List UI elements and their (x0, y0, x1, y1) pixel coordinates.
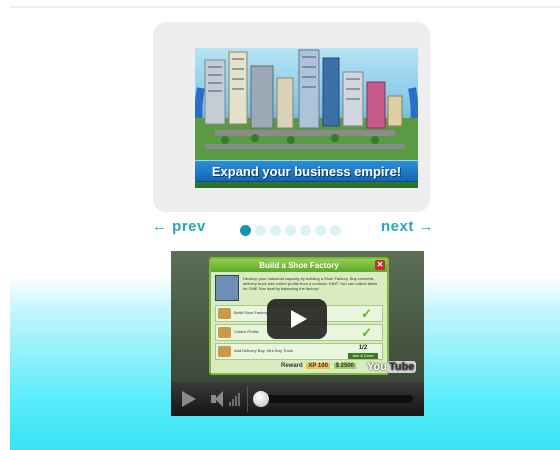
prev-link[interactable]: ← prev (152, 218, 206, 235)
youtube-logo-you: You (367, 361, 387, 373)
pager-dot[interactable] (270, 225, 281, 236)
ask-button: Ask & Done (348, 353, 378, 359)
slideshow-pager: ← prev next → (152, 218, 434, 240)
businessman-avatar (215, 275, 239, 301)
close-icon: ✕ (375, 260, 385, 270)
page: Expand your business empire! ← prev next… (0, 0, 560, 450)
quest-title-text: Build a Shoe Factory (259, 261, 339, 270)
youtube-logo-tube: Tube (386, 361, 417, 373)
youtube-logo[interactable]: You Tube (367, 361, 417, 373)
task-label: Collect Profits (234, 329, 259, 334)
reward-cash: $ 2500 (333, 363, 356, 369)
task-label: Build Shoe Factory (234, 310, 268, 315)
play-icon[interactable] (267, 299, 327, 339)
checkmark-icon: ✓ (361, 306, 372, 321)
reward-label: Reward (281, 363, 303, 369)
quest-description: Develop your industrial capacity by buil… (243, 276, 378, 291)
task-label: Add Delivery Boy, Hire Boy Truck (234, 348, 293, 353)
coin-icon (218, 327, 231, 338)
pager-dot[interactable] (255, 225, 266, 236)
top-divider (10, 6, 560, 8)
video-controls (171, 382, 424, 416)
play-button[interactable] (178, 390, 200, 408)
pager-dot[interactable] (315, 225, 326, 236)
seek-handle[interactable] (253, 391, 269, 407)
promo-image[interactable]: Expand your business empire! (195, 48, 418, 188)
pager-dot[interactable] (240, 225, 251, 236)
pager-dot[interactable] (300, 225, 311, 236)
task-progress: 1/2 (358, 345, 368, 351)
promo-caption: Expand your business empire! (195, 160, 418, 182)
checkmark-icon: ✓ (361, 325, 372, 340)
quest-task-row: Add Delivery Boy, Hire Boy Truck 1/2 Ask… (215, 343, 383, 360)
youtube-video-player[interactable]: Build a Shoe Factory ✕ Develop your indu… (171, 251, 424, 416)
quest-reward: Reward XP 100 $ 2500 (281, 363, 356, 369)
reward-xp: XP 100 (306, 363, 330, 369)
volume-level[interactable] (229, 392, 241, 406)
next-link[interactable]: next → (381, 218, 434, 235)
video-frame[interactable]: Build a Shoe Factory ✕ Develop your indu… (171, 251, 424, 382)
seek-bar[interactable] (253, 395, 413, 403)
pager-dot[interactable] (285, 225, 296, 236)
pager-dots (240, 225, 341, 237)
quest-title: Build a Shoe Factory ✕ (211, 259, 387, 272)
shoe-icon (218, 308, 231, 319)
truck-icon (218, 346, 231, 357)
control-divider (247, 386, 248, 412)
pager-dot[interactable] (330, 225, 341, 236)
